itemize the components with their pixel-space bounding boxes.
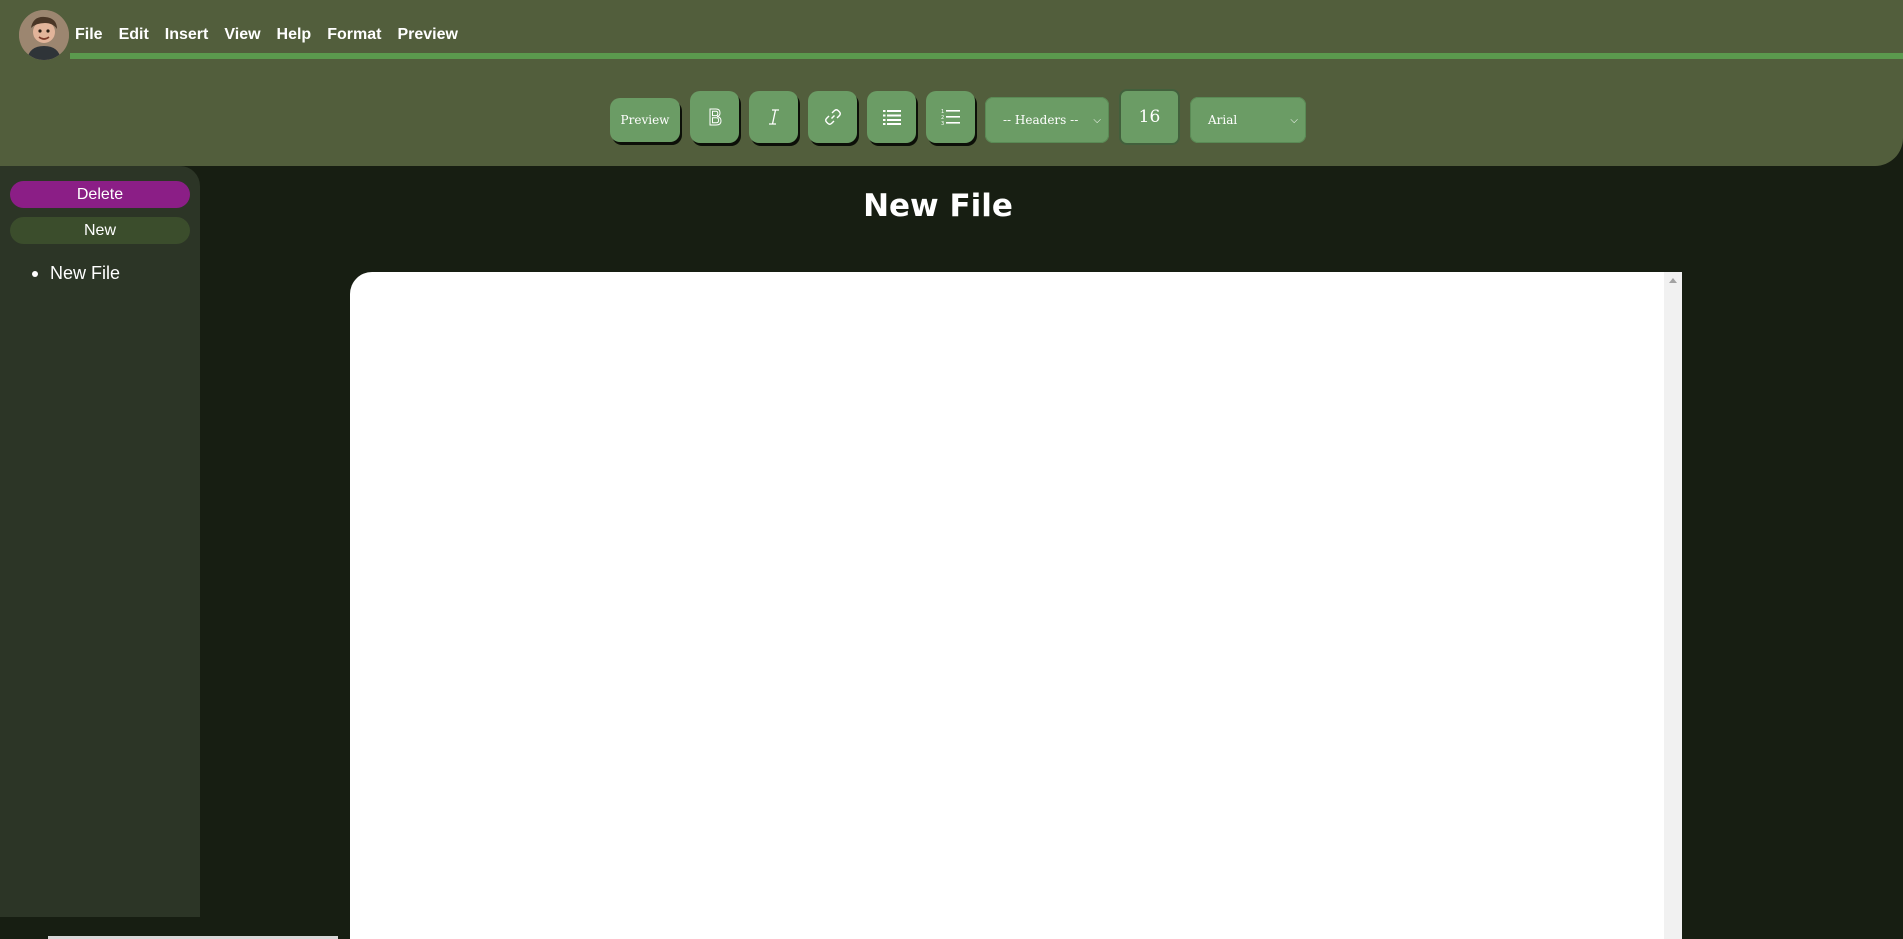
font-family-select[interactable]: Arial ⌵	[1190, 97, 1306, 143]
delete-button[interactable]: Delete	[10, 181, 190, 208]
menu-preview[interactable]: Preview	[397, 24, 457, 46]
bullet-icon	[32, 270, 38, 277]
bullet-list-icon	[882, 108, 902, 126]
editor-scrollbar[interactable]	[1664, 272, 1682, 939]
menu-edit[interactable]: Edit	[119, 24, 149, 46]
top-header: File Edit Insert View Help Format Previe…	[0, 0, 1903, 166]
link-icon	[823, 107, 843, 127]
italic-button[interactable]	[749, 91, 798, 143]
numbered-list-icon: 1 2 3	[941, 108, 961, 126]
headers-select-value: -- Headers --	[1003, 113, 1079, 127]
formatting-toolbar: Preview 1 2 3 -- Headers -- ⌵ 16 Arial ⌵	[610, 89, 1306, 145]
document-title[interactable]: New File	[200, 185, 1676, 227]
svg-text:3: 3	[941, 121, 944, 126]
menu-view[interactable]: View	[224, 24, 260, 46]
chevron-down-icon: ⌵	[1093, 114, 1101, 126]
new-button[interactable]: New	[10, 217, 190, 244]
menu-bar: File Edit Insert View Help Format Previe…	[75, 24, 458, 46]
header-accent-line	[70, 53, 1903, 59]
bullet-list-button[interactable]	[867, 91, 916, 143]
link-button[interactable]	[808, 91, 857, 143]
headers-select[interactable]: -- Headers -- ⌵	[985, 97, 1109, 143]
font-size-input[interactable]: 16	[1119, 89, 1180, 145]
editor-textarea[interactable]	[350, 272, 1664, 939]
bold-button[interactable]	[690, 91, 739, 143]
menu-help[interactable]: Help	[277, 24, 312, 46]
file-list-item[interactable]: New File	[32, 263, 120, 284]
menu-insert[interactable]: Insert	[165, 24, 209, 46]
user-avatar[interactable]	[19, 10, 69, 60]
italic-icon	[766, 107, 782, 127]
menu-file[interactable]: File	[75, 24, 103, 46]
file-list: New File	[32, 263, 120, 284]
bold-icon	[706, 107, 724, 127]
menu-format[interactable]: Format	[327, 24, 381, 46]
numbered-list-button[interactable]: 1 2 3	[926, 91, 975, 143]
scroll-up-arrow-icon[interactable]	[1669, 278, 1677, 283]
preview-button[interactable]: Preview	[610, 98, 680, 142]
file-sidebar: Delete New New File	[0, 166, 200, 917]
font-family-select-value: Arial	[1208, 113, 1238, 127]
chevron-down-icon: ⌵	[1290, 114, 1298, 126]
file-list-item-label: New File	[50, 263, 121, 283]
